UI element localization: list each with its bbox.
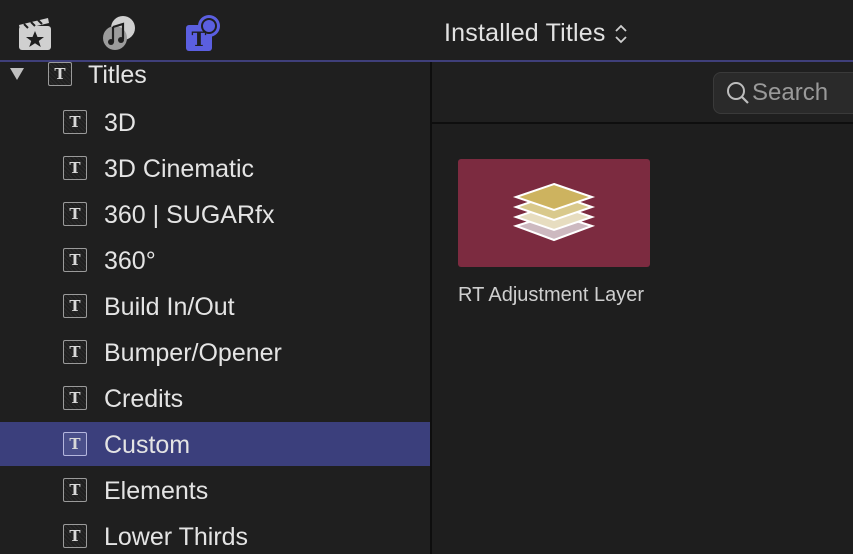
title-icon: T — [63, 202, 87, 226]
sidebar-item[interactable]: T Elements — [0, 468, 430, 512]
title-icon: T — [63, 110, 87, 134]
sidebar-item[interactable]: T Bumper/Opener — [0, 330, 430, 374]
sidebar-item[interactable]: T Build In/Out — [0, 284, 430, 328]
music-sound-icon[interactable] — [101, 14, 139, 52]
updown-chevron-icon — [614, 22, 628, 46]
photos-video-icon[interactable] — [17, 14, 55, 52]
sidebar-item[interactable]: T 360° — [0, 238, 430, 282]
title-icon: T — [63, 156, 87, 180]
sidebar-item-label: 3D — [104, 109, 136, 137]
title-icon: T — [63, 478, 87, 502]
titles-sidebar: T Titles T 3D T 3D Cinematic T 360 | SUGARfx T… — [0, 62, 430, 554]
sidebar-item-label: Custom — [104, 431, 191, 459]
search-input[interactable] — [752, 79, 852, 107]
title-icon: T — [63, 524, 87, 548]
title-icon: T — [63, 432, 87, 456]
sidebar-item[interactable]: T 3D Cinematic — [0, 146, 430, 190]
sidebar-item-label: Build In/Out — [104, 293, 235, 321]
title-icon: T — [63, 386, 87, 410]
title-item-name[interactable]: RT Adjustment Layer — [458, 282, 658, 308]
sidebar-item[interactable]: T Lower Thirds — [0, 514, 430, 554]
browser-toolbar: T Installed Titles — [0, 0, 853, 62]
sidebar-item-label: Elements — [104, 477, 209, 505]
svg-text:T: T — [192, 27, 207, 51]
header-title-label: Installed Titles — [444, 19, 606, 47]
sidebar-item-label: 360° — [104, 247, 156, 275]
search-icon — [727, 82, 749, 104]
sidebar-item-label: 3D Cinematic — [104, 155, 255, 183]
layers-icon — [512, 182, 596, 242]
sidebar-item-label: 360 | SUGARfx — [104, 201, 275, 229]
sidebar-item[interactable]: T 360 | SUGARfx — [0, 192, 430, 236]
sidebar-root-titles[interactable]: T Titles — [0, 62, 430, 100]
sidebar-root-label: Titles — [88, 62, 147, 89]
search-field[interactable] — [713, 72, 853, 114]
title-icon: T — [63, 294, 87, 318]
disclosure-triangle-icon[interactable] — [10, 68, 24, 80]
sidebar-item-label: Lower Thirds — [104, 523, 249, 551]
title-thumbnail[interactable] — [458, 159, 650, 267]
sidebar-item[interactable]: T Credits — [0, 376, 430, 420]
sidebar-item[interactable]: T Custom — [0, 422, 430, 466]
sidebar-item[interactable]: T 3D — [0, 100, 430, 144]
sidebar-item-label: Bumper/Opener — [104, 339, 282, 367]
titles-generators-icon[interactable]: T — [185, 14, 223, 52]
title-icon: T — [63, 340, 87, 364]
sidebar-item-label: Credits — [104, 385, 184, 413]
title-icon: T — [48, 62, 72, 86]
library-title-dropdown[interactable]: Installed Titles — [444, 19, 628, 48]
title-icon: T — [63, 248, 87, 272]
